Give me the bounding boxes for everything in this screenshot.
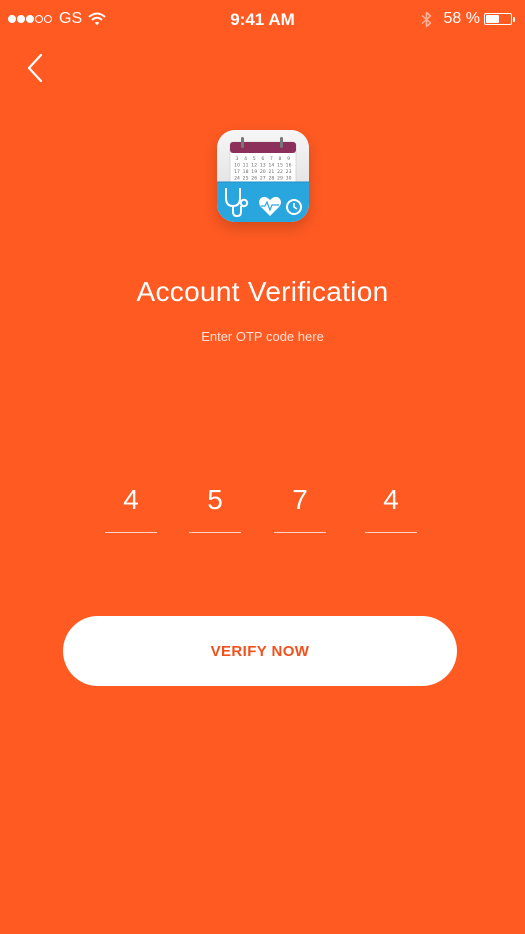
otp-digit: 4 (383, 484, 399, 515)
chevron-left-icon (26, 53, 44, 83)
calendar-day: 16 (286, 163, 292, 169)
calendar-day: 23 (286, 169, 292, 175)
calendar-day: 5 (253, 156, 256, 162)
page-title: Account Verification (136, 276, 389, 307)
otp-field-4[interactable]: 4 (365, 480, 417, 533)
battery-percent: 58 % (443, 10, 480, 27)
bluetooth-icon (421, 11, 432, 28)
calendar-day: 19 (251, 169, 257, 175)
calendar-day: 11 (243, 163, 249, 169)
page-subtitle: Enter OTP code here (201, 329, 324, 344)
battery-level (486, 15, 500, 23)
calendar-day: 29 (277, 176, 283, 182)
calendar-day: 25 (243, 176, 249, 182)
otp-field-3[interactable]: 7 (274, 480, 326, 533)
calendar-day: 10 (234, 163, 240, 169)
verify-now-button[interactable]: VERIFY NOW (63, 616, 457, 686)
otp-field-2[interactable]: 5 (189, 480, 241, 533)
calendar-day: 7 (270, 156, 273, 162)
battery-icon (484, 13, 512, 25)
battery-tip (513, 16, 515, 22)
calendar-day: 22 (277, 169, 283, 175)
verify-now-label: VERIFY NOW (210, 642, 310, 660)
calendar-day: 28 (268, 176, 274, 182)
calendar-day: 21 (268, 169, 274, 175)
calendar-day: 13 (260, 163, 266, 169)
calendar-day: 3 (236, 156, 239, 162)
calendar-day: 6 (261, 156, 264, 162)
calendar-day: 12 (251, 163, 257, 169)
calendar-day: 8 (279, 156, 282, 162)
calendar-day: 4 (244, 156, 247, 162)
otp-input-group: 4 5 7 4 (0, 480, 525, 534)
calendar-day: 30 (286, 176, 292, 182)
otp-digit: 7 (292, 484, 308, 515)
calendar-day: 18 (243, 169, 249, 175)
calendar-day: 20 (260, 169, 266, 175)
back-button[interactable] (18, 50, 52, 86)
calendar-day: 9 (287, 156, 290, 162)
otp-digit: 4 (123, 484, 139, 515)
calendar-day: 24 (234, 176, 240, 182)
calendar-medical-app-icon: 3 4 5 6 7 8 9 10 11 12 13 14 15 16 17 18 19 20 21 22 23 24 25 2… (217, 130, 309, 222)
calendar-day: 15 (277, 163, 283, 169)
status-right: 58 % (421, 10, 515, 28)
otp-digit: 5 (207, 484, 223, 515)
otp-field-1[interactable]: 4 (105, 480, 157, 533)
calendar-day: 26 (251, 176, 257, 182)
calendar-day: 27 (260, 176, 266, 182)
calendar-day: 14 (268, 163, 274, 169)
calendar-day: 17 (234, 169, 240, 175)
status-bar: GS 9:41 AM 58 % (0, 0, 525, 40)
